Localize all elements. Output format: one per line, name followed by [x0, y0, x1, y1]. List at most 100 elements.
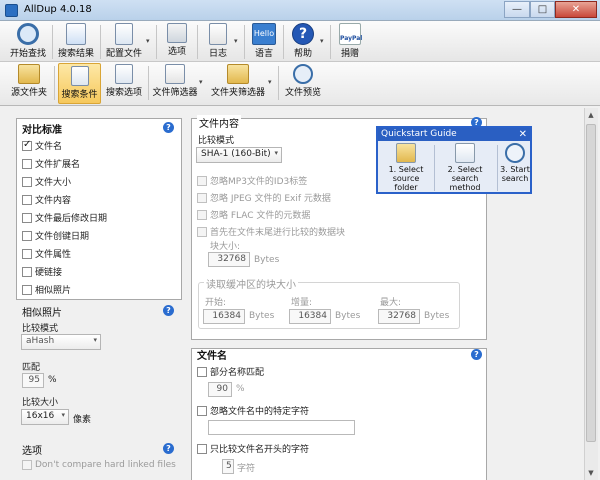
chevron-down-icon: ▾ [93, 336, 97, 344]
ignore-mp3-tags[interactable]: 忽略MP3文件的ID3标签 [197, 174, 307, 187]
scroll-up-icon[interactable]: ▲ [584, 108, 598, 122]
profile-icon [115, 23, 133, 45]
max-label: 最大: [380, 298, 402, 308]
source-folder-tab[interactable]: 源文件夹 [9, 64, 49, 98]
criteria-file-name[interactable]: 文件名 [22, 139, 62, 152]
match-label: 匹配 [22, 363, 41, 373]
main-toolbar: 开始查找 搜索结果 配置文件 ▾ 选项 日志 ▾ Hello 语言 ? 帮助 ▾… [0, 21, 600, 62]
help-dropdown-icon[interactable]: ▾ [320, 37, 324, 45]
donate-icon: PayPal [339, 23, 362, 45]
partial-name-match[interactable]: 部分名称匹配 [197, 365, 264, 378]
close-button[interactable]: ✕ [555, 1, 597, 18]
criteria-file-content[interactable]: 文件内容 [22, 193, 71, 206]
criteria-modified-date[interactable]: 文件最后修改日期 [22, 211, 107, 224]
compare-name-start[interactable]: 只比较文件名开头的字符 [197, 442, 309, 455]
criteria-similar-photos[interactable]: 相似照片 [22, 283, 71, 296]
checkbox[interactable] [22, 284, 32, 295]
ignore-jpeg-exif[interactable]: 忽略 JPEG 文件的 Exif 元数据 [197, 191, 331, 204]
profile-button[interactable]: 配置文件 [104, 23, 144, 59]
language-button[interactable]: Hello 语言 [249, 23, 279, 59]
quickstart-close-icon[interactable]: ✕ [519, 128, 527, 141]
checkbox[interactable] [197, 175, 207, 186]
checkbox[interactable] [22, 212, 32, 223]
ignore-specific-chars[interactable]: 忽略文件名中的特定字符 [197, 404, 309, 417]
compare-size-unit: 像素 [73, 415, 92, 425]
folder-icon [18, 64, 40, 84]
log-button[interactable]: 日志 [202, 23, 234, 59]
compare-size-select[interactable]: 16x16 ▾ [21, 409, 69, 425]
start-input[interactable]: 16384 [203, 309, 245, 324]
quickstart-step-start[interactable]: 3. Start search [499, 143, 531, 183]
photos-help-icon[interactable]: ? [163, 305, 174, 316]
file-filter-dropdown-icon[interactable]: ▾ [199, 78, 203, 86]
folder-filter-tab[interactable]: 文件夹筛选器 [210, 64, 266, 98]
criteria-icon [70, 66, 89, 86]
criteria-file-size[interactable]: 文件大小 [22, 175, 71, 188]
checkbox[interactable] [197, 209, 207, 220]
increment-unit: Bytes [335, 311, 361, 321]
checkbox[interactable] [22, 266, 32, 277]
compare-help-icon[interactable]: ? [163, 122, 174, 133]
chevron-down-icon: ▾ [274, 149, 278, 157]
magnifier-icon [17, 23, 39, 45]
donate-button[interactable]: PayPal 捐赠 [336, 23, 364, 59]
start-search-button[interactable]: 开始查找 [9, 23, 47, 59]
block-size-input[interactable]: 32768 [208, 252, 250, 267]
sub-toolbar: 源文件夹 搜索条件 搜索选项 文件筛选器 ▾ 文件夹筛选器 ▾ 文件预览 [0, 62, 600, 106]
quickstart-guide: Quickstart Guide ✕ 1. Select source fold… [376, 126, 532, 194]
checkbox[interactable] [22, 194, 32, 205]
increment-input[interactable]: 16384 [289, 309, 331, 324]
photo-mode-select[interactable]: aHash ▾ [21, 334, 101, 350]
file-filter-tab[interactable]: 文件筛选器 [152, 64, 198, 98]
quickstart-step-method[interactable]: 2. Select search method [436, 143, 494, 192]
help-button[interactable]: ? 帮助 [288, 23, 318, 59]
checkbox[interactable] [197, 192, 207, 203]
filename-help-icon[interactable]: ? [471, 349, 482, 360]
profile-dropdown-icon[interactable]: ▾ [146, 37, 150, 45]
file-preview-tab[interactable]: 文件预览 [283, 64, 323, 98]
options-help-icon[interactable]: ? [163, 443, 174, 454]
criteria-file-extension[interactable]: 文件扩展名 [22, 157, 80, 170]
max-input[interactable]: 32768 [378, 309, 420, 324]
content-mode-select[interactable]: SHA-1 (160-Bit) ▾ [196, 147, 282, 163]
window-title: AllDup 4.0.18 [24, 4, 92, 15]
no-hardlink-option[interactable]: Don't compare hard linked files [22, 460, 176, 470]
search-criteria-tab[interactable]: 搜索条件 [58, 63, 101, 104]
ignore-flac-metadata[interactable]: 忽略 FLAC 文件的元数据 [197, 208, 310, 221]
folder-filter-icon [227, 64, 249, 84]
checkbox[interactable] [197, 443, 207, 454]
checkbox[interactable] [22, 460, 32, 470]
name-start-unit: 字符 [237, 464, 256, 474]
minimize-button[interactable]: — [504, 1, 530, 18]
start-unit: Bytes [249, 311, 275, 321]
checkbox[interactable] [22, 230, 32, 241]
ignore-chars-input[interactable] [208, 420, 355, 435]
options-title: 选项 [22, 446, 42, 457]
maximize-button[interactable]: □ [530, 1, 555, 18]
criteria-created-date[interactable]: 文件创键日期 [22, 229, 89, 242]
quickstart-step-source[interactable]: 1. Select source folder [380, 143, 432, 192]
checkbox[interactable] [22, 139, 32, 151]
checkbox[interactable] [197, 405, 207, 416]
checkbox[interactable] [22, 158, 32, 169]
checkbox[interactable] [197, 366, 207, 377]
log-dropdown-icon[interactable]: ▾ [234, 37, 238, 45]
search-options-tab[interactable]: 搜索选项 [104, 64, 144, 98]
checkbox[interactable] [22, 176, 32, 187]
options-button[interactable]: 选项 [161, 23, 193, 57]
max-unit: Bytes [424, 311, 450, 321]
match-input[interactable]: 95 [22, 373, 44, 388]
partial-match-input[interactable]: 90 [208, 382, 232, 397]
chevron-down-icon: ▾ [61, 411, 65, 419]
criteria-file-attributes[interactable]: 文件属性 [22, 247, 71, 260]
checkbox[interactable] [22, 248, 32, 259]
scroll-down-icon[interactable]: ▼ [584, 466, 598, 480]
scrollbar-thumb[interactable] [586, 124, 596, 442]
compare-end-first[interactable]: 首先在文件末尾进行比较的数据块 [197, 225, 345, 238]
search-results-button[interactable]: 搜索结果 [56, 23, 96, 59]
name-start-input[interactable]: 5 [222, 459, 234, 474]
folder-filter-dropdown-icon[interactable]: ▾ [268, 78, 272, 86]
criteria-hard-link[interactable]: 硬链接 [22, 265, 62, 278]
checkbox[interactable] [197, 226, 207, 237]
match-unit: % [48, 375, 57, 385]
